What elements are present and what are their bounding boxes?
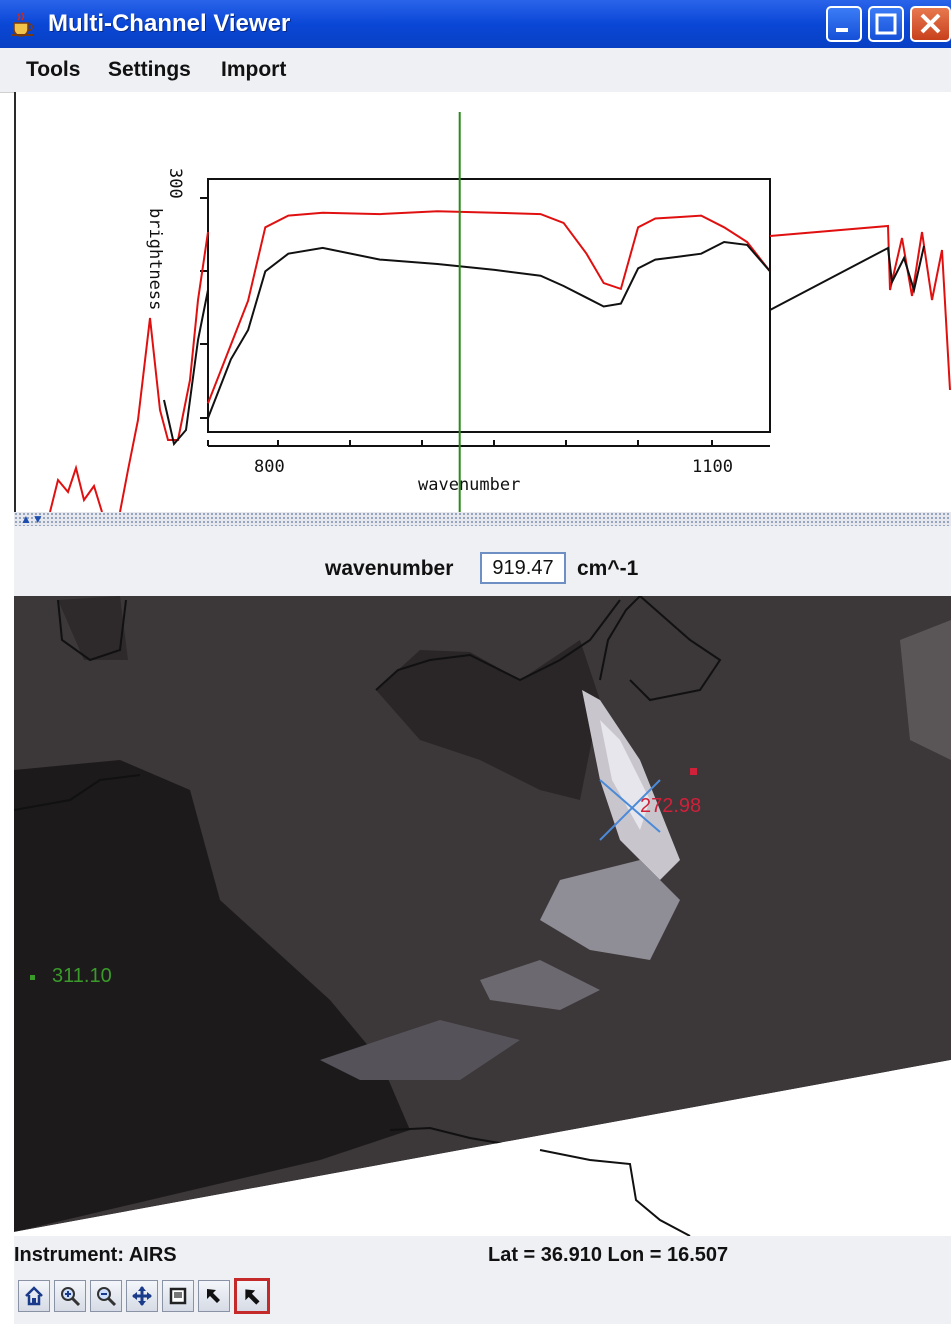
pointer-button[interactable]: [198, 1280, 230, 1312]
status-toolbar: Instrument: AIRS Lat = 36.910 Lon = 16.5…: [14, 1236, 951, 1324]
y-tick-label-300: 300: [165, 168, 185, 199]
home-icon: [25, 1286, 43, 1306]
red-probe-marker[interactable]: [690, 768, 697, 775]
splitter-arrows-icon[interactable]: ▲▼: [20, 513, 44, 525]
close-button[interactable]: [910, 6, 951, 42]
wavenumber-unit: cm^-1: [577, 557, 639, 580]
menu-settings[interactable]: Settings: [108, 58, 191, 82]
maximize-button[interactable]: [868, 6, 904, 42]
close-icon: [920, 13, 941, 34]
menu-tools[interactable]: Tools: [26, 58, 80, 82]
window-title: Multi-Channel Viewer: [48, 10, 291, 37]
home-button[interactable]: [18, 1280, 50, 1312]
zoom-out-button[interactable]: [90, 1280, 122, 1312]
red-probe-value: 272.98: [640, 795, 701, 817]
left-spectrum-fragments-black: [163, 289, 209, 447]
minimize-icon: [836, 28, 848, 32]
pointer-selected-button[interactable]: [234, 1278, 270, 1314]
minimize-button[interactable]: [826, 6, 862, 42]
satellite-image-panel[interactable]: 272.98 311.10: [14, 596, 951, 1236]
pan-icon: [132, 1286, 152, 1306]
lat-lon-readout: Lat = 36.910 Lon = 16.507: [488, 1244, 729, 1266]
series-red-line: [207, 210, 771, 404]
x-tick-label-800: 800: [254, 457, 285, 477]
panel-splitter[interactable]: [14, 512, 951, 526]
menu-bar: Tools Settings Import: [0, 48, 951, 93]
instrument-label: Instrument: AIRS: [14, 1244, 177, 1266]
menu-import[interactable]: Import: [221, 58, 286, 82]
wavenumber-label: wavenumber: [325, 557, 454, 580]
x-tick-label-1100: 1100: [692, 457, 733, 477]
title-bar: Multi-Channel Viewer: [0, 0, 951, 48]
zoom-out-icon: [97, 1287, 117, 1307]
x-axis-label: wavenumber: [418, 475, 520, 495]
spectrum-chart-panel[interactable]: 800 1100 wavenumber 300 brightness: [14, 92, 951, 512]
box-select-button[interactable]: [162, 1280, 194, 1312]
pointer-selected-icon: [245, 1289, 260, 1305]
pan-button[interactable]: [126, 1280, 158, 1312]
box-select-icon: [169, 1287, 187, 1305]
spectrum-chart[interactable]: 800 1100 wavenumber 300 brightness: [2, 92, 951, 512]
pointer-icon: [207, 1289, 220, 1303]
left-spectrum-fragments: [49, 231, 209, 512]
right-spectrum-fragments: [769, 224, 951, 391]
wavenumber-input[interactable]: 919.47: [480, 552, 566, 584]
java-cup-icon: [11, 12, 33, 37]
wavenumber-bar: wavenumber 919.47 cm^-1: [14, 526, 951, 596]
series-black-line: [207, 240, 771, 419]
green-probe-marker[interactable]: [30, 975, 35, 980]
zoom-in-icon: [61, 1287, 81, 1307]
zoom-in-button[interactable]: [54, 1280, 86, 1312]
satellite-image[interactable]: 272.98 311.10: [14, 596, 951, 1236]
y-axis-label: brightness: [145, 208, 165, 310]
green-probe-value: 311.10: [52, 965, 112, 987]
maximize-icon: [875, 13, 897, 35]
